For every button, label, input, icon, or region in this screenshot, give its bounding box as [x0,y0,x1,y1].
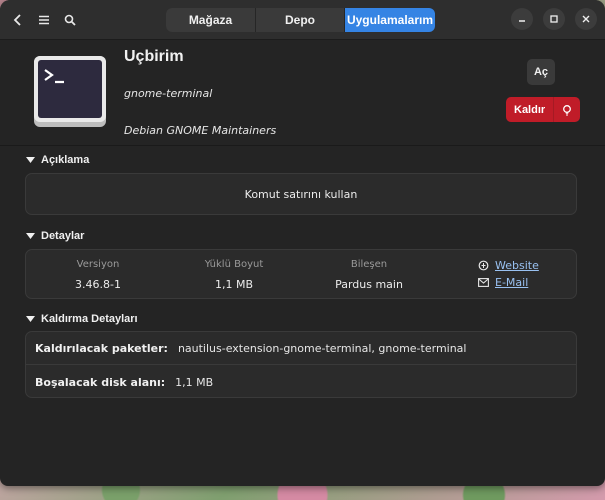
header-bar: Mağaza Depo Uygulamalarım [0,0,605,40]
close-button[interactable] [575,8,597,30]
search-button[interactable] [58,8,82,32]
details-section-header[interactable]: Detaylar [26,230,84,242]
packages-value: nautilus-extension-gnome-terminal, gnome… [177,341,467,355]
maximize-icon [550,15,558,23]
hamburger-menu-icon [39,15,49,24]
remove-button[interactable]: Kaldır [506,97,581,122]
back-button[interactable] [6,8,30,32]
expand-triangle-icon [26,156,35,163]
window-controls [511,8,597,30]
component-column: Bileşen Pardus main [331,259,407,291]
description-title: Açıklama [41,154,90,166]
removal-section-header[interactable]: Kaldırma Detayları [26,313,138,325]
details-title: Detaylar [41,230,85,242]
component-value: Pardus main [335,278,403,291]
app-name: Uçbirim [124,48,184,65]
menu-button[interactable] [32,8,56,32]
close-icon [582,15,590,23]
freed-space-label: Boşalacak disk alanı: [35,375,166,389]
website-link[interactable]: Website [478,259,539,272]
packages-row: Kaldırılacak paketler: nautilus-extensio… [26,332,576,364]
packages-label: Kaldırılacak paketler: [35,341,168,355]
installed-size-label: Yüklü Boyut [204,259,264,270]
installed-size-value: 1,1 MB [214,278,254,291]
freed-space-row: Boşalacak disk alanı: 1,1 MB [26,366,576,398]
details-card: Versiyon 3.46.8-1 Yüklü Boyut 1,1 MB Bil… [25,249,577,299]
expand-triangle-icon [26,232,35,239]
open-button[interactable]: Aç [527,59,555,85]
remove-button-label[interactable]: Kaldır [506,97,555,122]
minimize-icon [519,20,525,22]
app-header: Uçbirim gnome-terminal Debian GNOME Main… [0,40,605,146]
description-card: Komut satırını kullan [25,173,577,215]
maximize-button[interactable] [543,8,565,30]
app-window: Mağaza Depo Uygulamalarım Uçbirim gnome- [0,0,605,486]
terminal-icon [34,56,106,127]
tab-my-apps[interactable]: Uygulamalarım [345,8,435,32]
website-label[interactable]: Website [495,259,539,272]
description-text: Komut satırını kullan [244,188,358,201]
app-id: gnome-terminal [124,87,213,100]
version-column: Versiyon 3.46.8-1 [66,259,130,291]
email-link[interactable]: E-Mail [478,276,528,289]
removal-card: Kaldırılacak paketler: nautilus-extensio… [25,331,577,398]
freed-space-value: 1,1 MB [175,375,214,389]
version-label: Versiyon [76,259,120,270]
size-column: Yüklü Boyut 1,1 MB [196,259,272,291]
removal-title: Kaldırma Detayları [41,313,138,325]
lightbulb-icon [563,104,572,116]
search-icon [64,14,76,26]
description-section-header[interactable]: Açıklama [26,154,89,166]
website-icon [478,260,489,271]
email-icon [478,278,489,287]
remove-options-button[interactable] [554,97,581,122]
app-developer: Debian GNOME Maintainers [124,124,277,137]
expand-triangle-icon [26,315,35,322]
minimize-button[interactable] [511,8,533,30]
email-label[interactable]: E-Mail [495,276,528,289]
back-icon [13,13,21,26]
tab-repository[interactable]: Depo [256,8,345,32]
component-label: Bileşen [350,259,388,270]
view-switcher: Mağaza Depo Uygulamalarım [166,8,435,32]
tab-store[interactable]: Mağaza [166,8,256,32]
row-divider [26,364,576,365]
version-value: 3.46.8-1 [75,278,121,291]
